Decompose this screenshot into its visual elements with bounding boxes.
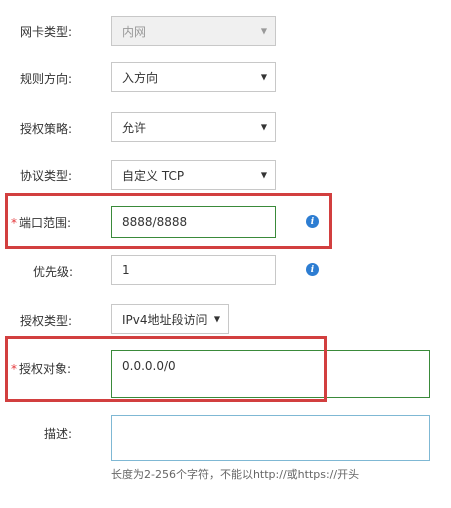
- priority-value: 1: [122, 263, 130, 277]
- chevron-down-icon: ▼: [260, 26, 267, 36]
- chevron-down-icon: ▼: [260, 72, 267, 82]
- nic-type-select: 内网 ▼: [111, 16, 276, 46]
- chevron-down-icon: ▼: [213, 314, 220, 324]
- direction-label: 规则方向:: [20, 72, 73, 86]
- highlight-box-port-range: [5, 193, 332, 249]
- policy-select[interactable]: 允许 ▼: [111, 112, 276, 142]
- nic-type-label: 网卡类型:: [20, 25, 73, 39]
- auth-type-label: 授权类型:: [20, 314, 73, 328]
- description-hint: 长度为2-256个字符，不能以http://或https://开头: [111, 468, 360, 481]
- chevron-down-icon: ▼: [260, 122, 267, 132]
- priority-input[interactable]: 1: [111, 255, 276, 285]
- protocol-select[interactable]: 自定义 TCP ▼: [111, 160, 276, 190]
- protocol-value: 自定义 TCP: [122, 168, 185, 183]
- policy-label: 授权策略:: [20, 122, 73, 136]
- priority-label: 优先级:: [33, 265, 74, 279]
- chevron-down-icon: ▼: [260, 170, 267, 180]
- description-label: 描述:: [44, 427, 73, 441]
- nic-type-value: 内网: [122, 24, 147, 39]
- description-textarea[interactable]: [111, 415, 430, 461]
- policy-value: 允许: [122, 120, 147, 135]
- auth-type-value: IPv4地址段访问: [122, 312, 208, 327]
- info-icon[interactable]: i: [306, 263, 319, 276]
- highlight-box-auth-object: [5, 336, 327, 402]
- direction-select[interactable]: 入方向 ▼: [111, 62, 276, 92]
- direction-value: 入方向: [122, 70, 159, 85]
- protocol-label: 协议类型:: [20, 169, 73, 183]
- auth-type-select[interactable]: IPv4地址段访问 ▼: [111, 304, 229, 334]
